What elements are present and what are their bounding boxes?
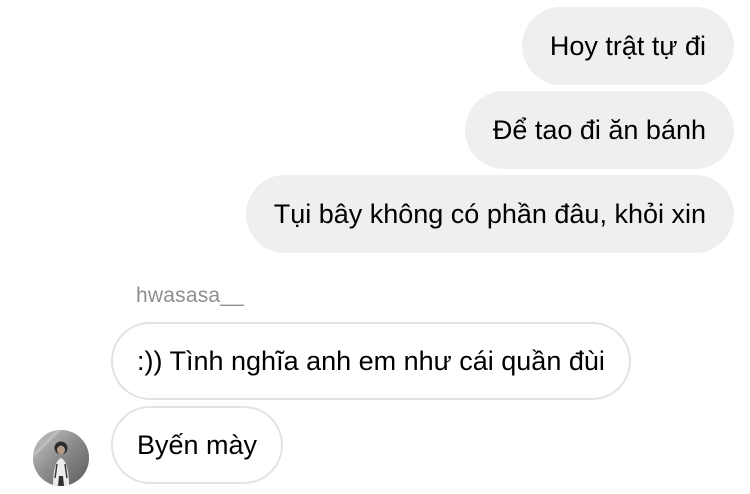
profile-photo-icon bbox=[33, 430, 89, 486]
incoming-message[interactable]: Byến mày bbox=[111, 406, 284, 484]
sender-username: hwasasa__ bbox=[136, 284, 245, 307]
avatar[interactable] bbox=[33, 430, 89, 486]
outgoing-message[interactable]: Tụi bây không có phần đâu, khỏi xin bbox=[245, 175, 734, 253]
incoming-message[interactable]: :)) Tình nghĩa anh em như cái quần đùi bbox=[111, 322, 631, 400]
outgoing-message[interactable]: Hoy trật tự đi bbox=[521, 7, 734, 85]
outgoing-message[interactable]: Để tao đi ăn bánh bbox=[464, 91, 734, 169]
